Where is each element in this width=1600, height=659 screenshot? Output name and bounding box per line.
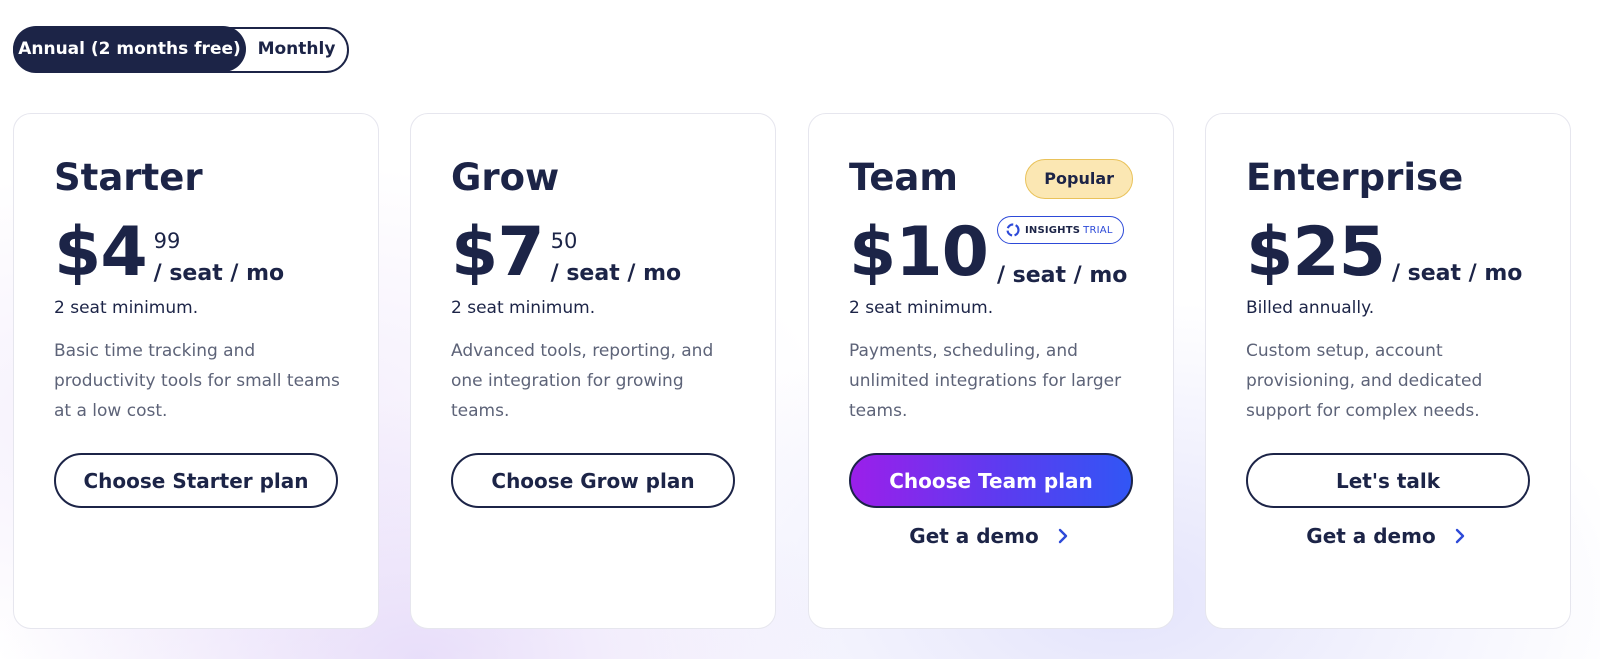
seat-minimum: 2 seat minimum. <box>451 298 596 318</box>
price-unit: / seat / mo <box>153 261 285 286</box>
price-unit: / seat / mo <box>996 263 1128 288</box>
plan-description: Advanced tools, reporting, and one integ… <box>451 341 714 421</box>
get-a-demo-label: Get a demo <box>1306 524 1436 548</box>
choose-grow-plan-button[interactable]: Choose Grow plan <box>451 453 735 508</box>
insights-trial-badge[interactable]: INSIGHTS TRIAL <box>996 216 1124 244</box>
choose-starter-plan-button[interactable]: Choose Starter plan <box>54 453 338 508</box>
plan-description: Payments, scheduling, and unlimited inte… <box>849 341 1122 421</box>
price-row: $7 50 / seat / mo <box>451 213 681 292</box>
get-a-demo-label: Get a demo <box>909 524 1039 548</box>
plan-name: Grow <box>451 156 560 199</box>
billing-toggle: Annual (2 months free) Monthly <box>13 26 349 73</box>
insights-logo-icon <box>1006 223 1020 237</box>
annual-billing-option[interactable]: Annual (2 months free) <box>13 26 246 72</box>
get-a-demo-link[interactable]: Get a demo <box>1246 522 1530 550</box>
insights-label: INSIGHTS <box>1024 224 1081 236</box>
choose-team-plan-button[interactable]: Choose Team plan <box>849 453 1133 508</box>
price-unit: / seat / mo <box>1391 261 1523 286</box>
price-amount: $25 <box>1246 213 1386 292</box>
plan-name: Starter <box>54 156 203 199</box>
plan-card-grow: Grow $7 50 / seat / mo 2 seat minimum. A… <box>410 113 776 629</box>
seat-minimum: 2 seat minimum. <box>54 298 199 318</box>
plan-name: Team <box>849 156 958 199</box>
monthly-billing-option[interactable]: Monthly <box>246 26 347 72</box>
plan-card-enterprise: Enterprise $25 / seat / mo Billed annual… <box>1205 113 1571 629</box>
price-unit: / seat / mo <box>550 261 682 286</box>
price-row: $4 99 / seat / mo <box>54 213 284 292</box>
chevron-right-icon <box>1455 528 1464 544</box>
popular-badge: Popular <box>1025 159 1133 199</box>
price-cents: 99 <box>153 229 181 253</box>
plan-name: Enterprise <box>1246 156 1464 199</box>
plan-description: Basic time tracking and productivity too… <box>54 341 340 421</box>
price-row: $10 INSIGHTS TRIAL / seat / mo <box>849 213 1127 292</box>
billing-note: Billed annually. <box>1246 298 1375 318</box>
price-amount: $4 <box>54 213 148 292</box>
plan-card-starter: Starter $4 99 / seat / mo 2 seat minimum… <box>13 113 379 629</box>
price-amount: $10 <box>849 213 989 292</box>
seat-minimum: 2 seat minimum. <box>849 298 994 318</box>
plan-description: Custom setup, account provisioning, and … <box>1246 341 1483 421</box>
price-cents: 50 <box>550 229 578 253</box>
get-a-demo-link[interactable]: Get a demo <box>849 522 1133 550</box>
lets-talk-button[interactable]: Let's talk <box>1246 453 1530 508</box>
plan-card-team: Team Popular $10 INSIGHTS TRIAL / seat /… <box>808 113 1174 629</box>
trial-label: TRIAL <box>1083 224 1113 236</box>
price-row: $25 / seat / mo <box>1246 213 1522 292</box>
chevron-right-icon <box>1058 528 1067 544</box>
price-amount: $7 <box>451 213 545 292</box>
